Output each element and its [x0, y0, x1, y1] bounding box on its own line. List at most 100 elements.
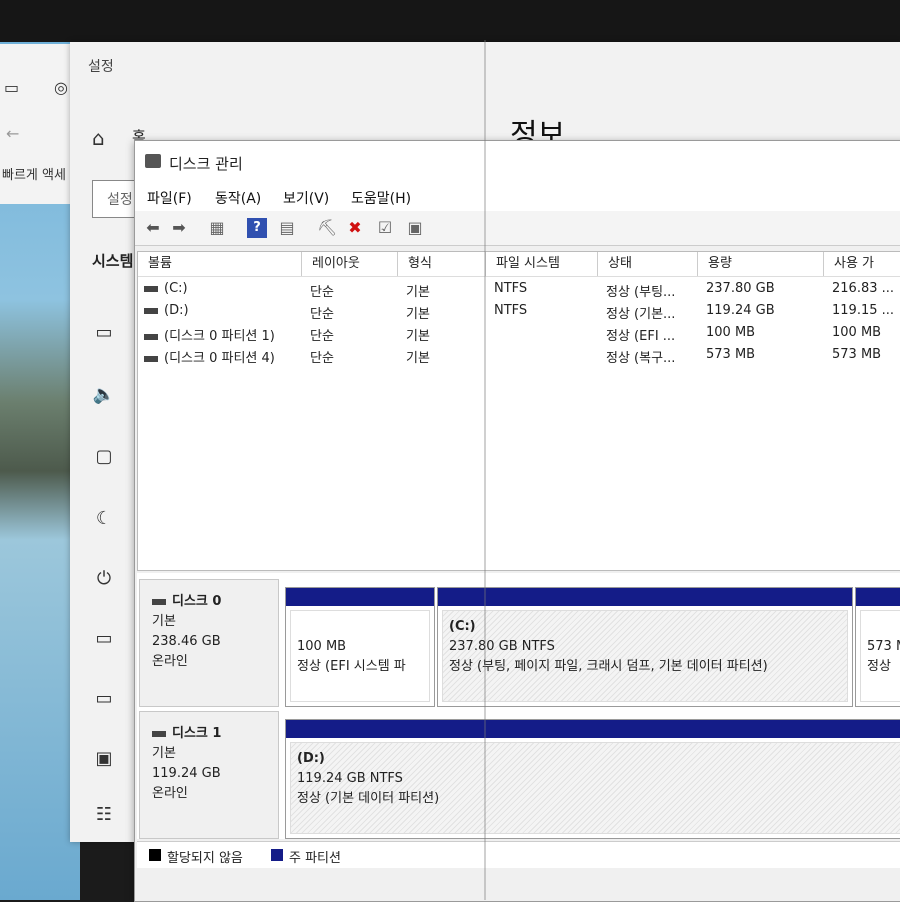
volume-type: 기본	[406, 351, 430, 366]
partition-info: (C:) 237.80 GB NTFS 정상 (부팅, 페이지 파일, 크래시 …	[442, 610, 848, 702]
volume-name: (디스크 0 파티션 4)	[144, 347, 275, 366]
disk-type: 기본	[152, 746, 176, 761]
col-filesystem[interactable]: 파일 시스템	[486, 252, 598, 276]
volume-name-text: (D:)	[164, 303, 189, 318]
volume-type: 기본	[406, 329, 430, 344]
primary-partition-bar	[438, 588, 852, 606]
settings-list-icon[interactable]: ▣	[405, 218, 425, 238]
volume-free: 119.15 ...	[832, 303, 895, 318]
notification-icon[interactable]: ▢	[92, 446, 116, 467]
volume-name: (D:)	[144, 303, 189, 318]
back-arrow-icon[interactable]: ←	[6, 124, 19, 143]
volume-type: 기본	[406, 307, 430, 322]
title-bar[interactable]: 디스크 관리	[135, 141, 900, 183]
volume-status: 정상 (복구...	[606, 351, 676, 366]
screen-crease	[484, 40, 486, 900]
battery-icon[interactable]: ▭	[92, 628, 116, 649]
disk-1-label[interactable]: 디스크 1 기본 119.24 GB 온라인	[139, 711, 279, 839]
volume-capacity: 573 MB	[706, 347, 756, 362]
tablet-icon[interactable]: ▣	[92, 748, 116, 769]
volume-capacity: 100 MB	[706, 325, 756, 340]
disk-graphical-view: 디스크 0 기본 238.46 GB 온라인 100 MB 정상 (EFI 시스…	[137, 573, 900, 839]
disk-state: 온라인	[152, 654, 188, 669]
disk-icon	[152, 598, 166, 605]
table-row[interactable]: (C:) 단순 기본 NTFS 정상 (부팅... 237.80 GB 216.…	[138, 279, 900, 301]
partition-efi[interactable]: 100 MB 정상 (EFI 시스템 파	[285, 587, 435, 707]
volume-status: 정상 (EFI ...	[606, 329, 676, 344]
primary-partition-bar	[286, 588, 434, 606]
display-icon[interactable]: ▭	[92, 322, 116, 343]
volume-name-text: (디스크 0 파티션 4)	[164, 351, 275, 366]
window-title: 디스크 관리	[169, 155, 243, 173]
table-row[interactable]: (D:) 단순 기본 NTFS 정상 (기본... 119.24 GB 119.…	[138, 301, 900, 323]
col-free-space[interactable]: 사용 가	[824, 252, 900, 276]
settings-title: 설정	[88, 59, 114, 75]
focus-moon-icon[interactable]: ☾	[92, 508, 116, 529]
primary-partition-bar	[856, 588, 900, 606]
unallocated-swatch	[149, 849, 161, 861]
col-volume[interactable]: 볼륨	[138, 252, 302, 276]
toolbar: ⬅ ➡ ▦ ? ▤ ⛏ ✖ ☑ ▣	[135, 211, 900, 246]
disk-management-icon	[145, 154, 161, 168]
menu-view[interactable]: 보기(V)	[283, 188, 329, 208]
properties-icon[interactable]: ▦	[207, 218, 227, 238]
disk-name: 디스크 0	[172, 594, 222, 609]
sound-icon[interactable]: 🔈	[92, 384, 116, 405]
view-icon[interactable]: ▤	[277, 218, 297, 238]
volume-status: 정상 (부팅...	[606, 285, 676, 300]
menu-file[interactable]: 파일(F)	[147, 188, 192, 208]
volume-name: (디스크 0 파티션 1)	[144, 325, 275, 344]
storage-icon[interactable]: ▭	[92, 688, 116, 709]
partition-size: 119.24 GB NTFS	[297, 771, 403, 786]
help-icon[interactable]: ?	[247, 218, 267, 238]
col-capacity[interactable]: 용량	[698, 252, 824, 276]
window-layout-icon[interactable]: ▭	[4, 78, 19, 97]
screen-bezel	[0, 0, 900, 42]
volume-type: 기본	[406, 285, 430, 300]
partition-size: 100 MB	[297, 639, 347, 654]
explorer-window: ▭ ◎ ← 빠르게 액세	[0, 44, 76, 204]
disk-icon	[152, 730, 166, 737]
partition-status: 정상 (부팅, 페이지 파일, 크래시 덤프, 기본 데이터 파티션)	[449, 659, 768, 674]
volume-layout: 단순	[310, 307, 334, 322]
col-layout[interactable]: 레이아웃	[302, 252, 398, 276]
drive-icon	[144, 355, 158, 362]
volume-fs: NTFS	[494, 281, 528, 296]
table-row[interactable]: (디스크 0 파티션 1) 단순 기본 정상 (EFI ... 100 MB 1…	[138, 323, 900, 345]
partition-status: 정상 (기본 데이터 파티션)	[297, 791, 440, 806]
back-icon[interactable]: ⬅	[143, 218, 163, 238]
volume-list: 볼륨 레이아웃 형식 파일 시스템 상태 용량 사용 가 (C:) 단순 기본 …	[137, 251, 900, 571]
volume-layout: 단순	[310, 351, 334, 366]
home-icon[interactable]: ⌂	[92, 126, 105, 150]
check-icon[interactable]: ☑	[375, 218, 395, 238]
partition-title: (D:)	[297, 751, 325, 766]
menu-bar: 파일(F) 동작(A) 보기(V) 도움말(H)	[135, 183, 900, 211]
power-icon[interactable]: ⏻	[92, 568, 116, 589]
table-row[interactable]: (디스크 0 파티션 4) 단순 기본 정상 (복구... 573 MB 573…	[138, 345, 900, 367]
primary-partition-swatch	[271, 849, 283, 861]
legend: 할당되지 않음 주 파티션	[137, 841, 900, 868]
disk-state: 온라인	[152, 786, 188, 801]
partition-d[interactable]: (D:) 119.24 GB NTFS 정상 (기본 데이터 파티션)	[285, 719, 900, 839]
partition-c[interactable]: (C:) 237.80 GB NTFS 정상 (부팅, 페이지 파일, 크래시 …	[437, 587, 853, 707]
volume-free: 573 MB	[832, 347, 882, 362]
volume-capacity: 237.80 GB	[706, 281, 775, 296]
quick-access-label[interactable]: 빠르게 액세	[2, 164, 66, 183]
volume-layout: 단순	[310, 285, 334, 300]
menu-help[interactable]: 도움말(H)	[351, 188, 411, 208]
volume-free: 100 MB	[832, 325, 882, 340]
volume-free: 216.83 ...	[832, 281, 895, 296]
disk-type: 기본	[152, 614, 176, 629]
disk-management-window: 디스크 관리 파일(F) 동작(A) 보기(V) 도움말(H) ⬅ ➡ ▦ ? …	[134, 140, 900, 902]
multitasking-icon[interactable]: ☷	[92, 804, 116, 825]
delete-icon[interactable]: ✖	[345, 218, 365, 238]
connect-drive-icon[interactable]: ⛏	[317, 218, 337, 238]
disk-0-label[interactable]: 디스크 0 기본 238.46 GB 온라인	[139, 579, 279, 707]
drive-icon	[144, 285, 158, 292]
col-type[interactable]: 형식	[398, 252, 486, 276]
menu-action[interactable]: 동작(A)	[215, 188, 261, 208]
forward-icon[interactable]: ➡	[169, 218, 189, 238]
col-status[interactable]: 상태	[598, 252, 698, 276]
partition-recovery[interactable]: 573 M 정상	[855, 587, 900, 707]
settings-icon[interactable]: ◎	[54, 78, 68, 97]
